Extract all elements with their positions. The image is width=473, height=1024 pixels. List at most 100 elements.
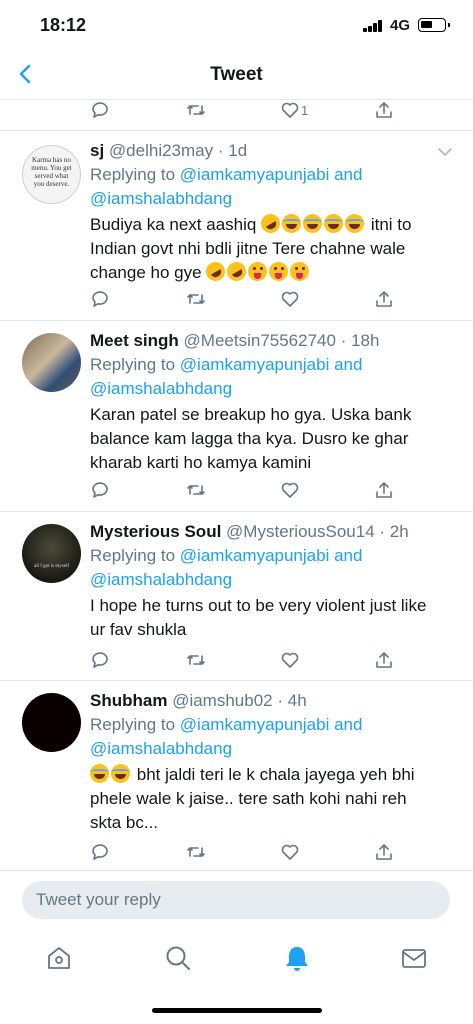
tweet-text: Budiya ka next aashiq itni to Indian gov… bbox=[90, 210, 450, 285]
mention-link[interactable]: @iamshalabhdang bbox=[90, 570, 232, 589]
tweet-header: Mysterious Soul @MysteriousSou14 · 2h bbox=[90, 522, 409, 542]
reply-composer[interactable] bbox=[22, 881, 450, 919]
reply-icon bbox=[92, 291, 108, 307]
status-time: 18:12 bbox=[40, 15, 87, 35]
like-button[interactable] bbox=[280, 841, 300, 863]
author-handle[interactable]: @MysteriousSou14 bbox=[226, 522, 375, 541]
share-button[interactable] bbox=[374, 101, 394, 121]
mention-link[interactable]: @iamkamyapunjabi bbox=[180, 715, 330, 734]
notifications-icon bbox=[286, 947, 308, 971]
share-button[interactable] bbox=[374, 841, 394, 863]
tweet-actions bbox=[0, 841, 473, 865]
tweet-actions bbox=[0, 479, 473, 503]
joy-emoji-icon bbox=[282, 214, 302, 233]
like-icon bbox=[281, 482, 299, 498]
messages-icon bbox=[402, 949, 426, 968]
tweet-line: I hope he turns out to be very violent j… bbox=[90, 596, 427, 615]
avatar[interactable]: Karma has no menu. You get served what y… bbox=[22, 145, 81, 204]
tweet-line: balance kam lagga tha kya. Dusro ke ghar bbox=[90, 429, 409, 448]
mention-link[interactable]: @iamkamyapunjabi bbox=[180, 355, 330, 374]
retweet-button[interactable] bbox=[186, 841, 206, 863]
and-label: and bbox=[334, 715, 363, 734]
avatar[interactable]: all I got is myself bbox=[22, 524, 81, 583]
like-button[interactable] bbox=[280, 288, 300, 310]
mention-link[interactable]: @iamshalabhdang bbox=[90, 379, 232, 398]
reply-button[interactable] bbox=[90, 101, 110, 121]
chevron-down-icon[interactable] bbox=[437, 147, 453, 157]
replying-to: Replying to @iamkamyapunjabi and @iamsha… bbox=[90, 353, 362, 401]
reply-button[interactable] bbox=[90, 479, 110, 501]
mention-link[interactable]: @iamshalabhdang bbox=[90, 739, 232, 758]
share-button[interactable] bbox=[374, 288, 394, 310]
tweet-time: · 2h bbox=[379, 522, 409, 541]
share-button[interactable] bbox=[374, 479, 394, 501]
tweet-row[interactable]: Meet singh @Meetsin75562740 · 18h Replyi… bbox=[0, 321, 473, 512]
like-button[interactable] bbox=[280, 479, 300, 501]
author-name[interactable]: Meet singh bbox=[90, 331, 179, 350]
and-label: and bbox=[334, 355, 363, 374]
tab-search[interactable] bbox=[163, 943, 193, 973]
zany-emoji-icon bbox=[269, 262, 289, 281]
tweet-line: bht jaldi teri le k chala jayega yeh bhi bbox=[136, 765, 415, 784]
author-handle[interactable]: @Meetsin75562740 bbox=[184, 331, 336, 350]
tweet-row[interactable]: Karma has no menu. You get served what y… bbox=[0, 131, 473, 321]
replying-to: Replying to @iamkamyapunjabi and @iamsha… bbox=[90, 163, 362, 211]
like-button[interactable] bbox=[280, 649, 300, 671]
reply-icon bbox=[92, 652, 108, 668]
replying-to: Replying to @iamkamyapunjabi and @iamsha… bbox=[90, 713, 362, 761]
author-handle[interactable]: @iamshub02 bbox=[172, 691, 272, 710]
tweet-row[interactable]: all I got is myself Mysterious Soul @Mys… bbox=[0, 512, 473, 681]
tweet-row[interactable]: Shubham @iamshub02 · 4h Replying to @iam… bbox=[0, 681, 473, 871]
tab-notifications[interactable] bbox=[282, 943, 312, 973]
retweet-button[interactable] bbox=[186, 288, 206, 310]
tab-messages[interactable] bbox=[399, 943, 429, 973]
share-icon bbox=[376, 102, 392, 118]
home-icon bbox=[48, 947, 70, 969]
page-title: Tweet bbox=[210, 64, 263, 85]
author-name[interactable]: Mysterious Soul bbox=[90, 522, 221, 541]
like-icon bbox=[281, 652, 299, 668]
reply-button[interactable] bbox=[90, 649, 110, 671]
replying-to: Replying to @iamkamyapunjabi and @iamsha… bbox=[90, 544, 362, 592]
replying-to-label: Replying to bbox=[90, 165, 176, 184]
battery-icon bbox=[418, 18, 450, 32]
tab-home[interactable] bbox=[44, 943, 74, 973]
tweet-time: · 18h bbox=[340, 331, 380, 350]
rofl-emoji-icon bbox=[257, 210, 284, 237]
mention-link[interactable]: @iamkamyapunjabi bbox=[180, 546, 330, 565]
and-label: and bbox=[334, 546, 363, 565]
rofl-emoji-icon bbox=[223, 258, 250, 285]
reply-button[interactable] bbox=[90, 841, 110, 863]
avatar[interactable] bbox=[22, 693, 81, 752]
tweet-text: I hope he turns out to be very violent j… bbox=[90, 594, 450, 642]
tweet-line: phele wale k jaise.. tere sath kohi nahi… bbox=[90, 789, 407, 808]
tweet-line: Karan patel se breakup ho gya. Uska bank bbox=[90, 405, 412, 424]
like-count: 1 bbox=[301, 102, 309, 118]
retweet-button[interactable] bbox=[186, 101, 206, 121]
retweet-button[interactable] bbox=[186, 479, 206, 501]
author-name[interactable]: sj bbox=[90, 141, 104, 160]
author-handle[interactable]: @delhi23may bbox=[109, 141, 213, 160]
search-icon bbox=[166, 946, 190, 970]
share-button[interactable] bbox=[374, 649, 394, 671]
zany-emoji-icon bbox=[248, 262, 268, 281]
like-button[interactable]: 1 bbox=[280, 101, 308, 121]
tweet-actions bbox=[0, 649, 473, 673]
reply-icon bbox=[92, 102, 108, 118]
nav-bar: Tweet bbox=[0, 50, 473, 100]
author-name[interactable]: Shubham bbox=[90, 691, 167, 710]
joy-emoji-icon bbox=[303, 214, 323, 233]
joy-emoji-icon bbox=[345, 214, 365, 233]
joy-emoji-icon bbox=[111, 764, 130, 783]
tweet-header: Shubham @iamshub02 · 4h bbox=[90, 691, 307, 711]
avatar[interactable] bbox=[22, 333, 81, 392]
mention-link[interactable]: @iamshalabhdang bbox=[90, 189, 232, 208]
retweet-icon bbox=[187, 105, 205, 115]
mention-link[interactable]: @iamkamyapunjabi bbox=[180, 165, 330, 184]
home-indicator bbox=[152, 1008, 322, 1013]
tweet-header: Meet singh @Meetsin75562740 · 18h bbox=[90, 331, 379, 351]
rofl-emoji-icon bbox=[202, 258, 229, 285]
reply-button[interactable] bbox=[90, 288, 110, 310]
retweet-button[interactable] bbox=[186, 649, 206, 671]
reply-input[interactable] bbox=[36, 881, 436, 919]
